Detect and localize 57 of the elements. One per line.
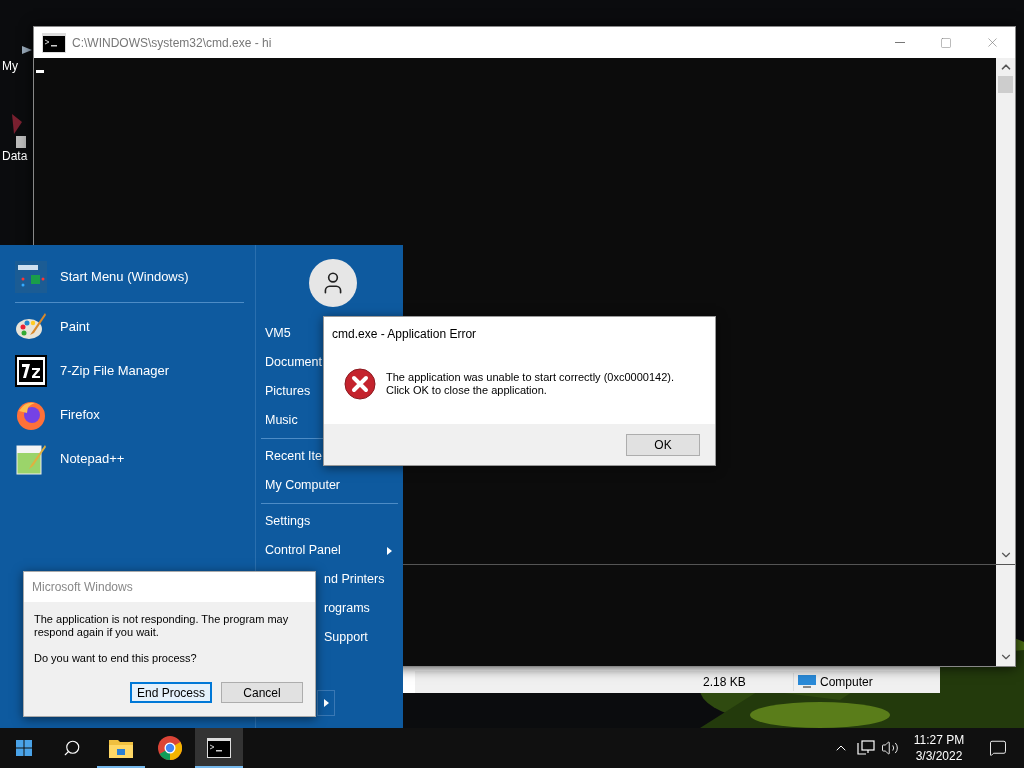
network-icon[interactable] xyxy=(857,740,875,756)
place-item[interactable]: VM5 xyxy=(265,324,291,343)
dialog-message: The application is not responding. The program may respond again if you wait. xyxy=(34,613,290,639)
place-item[interactable]: Settings xyxy=(265,512,311,531)
place-item[interactable]: Control Panel xyxy=(265,541,387,560)
desktop-icon-label[interactable]: My xyxy=(2,60,18,72)
program-item[interactable]: Firefox xyxy=(15,393,244,437)
console-icon xyxy=(207,738,231,758)
place-item[interactable]: Document xyxy=(265,353,322,372)
place-item[interactable]: My Computer xyxy=(265,476,341,495)
user-avatar[interactable] xyxy=(309,259,357,307)
console-icon xyxy=(42,32,66,53)
search-icon xyxy=(63,739,81,757)
dialog-title: cmd.exe - Application Error xyxy=(332,326,478,343)
error-message: Click OK to close the application. xyxy=(386,384,548,397)
windows-logo-icon xyxy=(16,740,32,756)
notepad-icon xyxy=(15,443,47,475)
shutdown-arrow-button[interactable] xyxy=(317,690,335,716)
notification-icon xyxy=(989,739,1007,757)
scrollbar[interactable] xyxy=(996,565,1015,666)
program-item[interactable]: 7-Zip File Manager xyxy=(15,349,244,393)
archive-icon xyxy=(15,355,47,387)
scroll-thumb[interactable] xyxy=(998,76,1013,93)
place-item[interactable]: Support xyxy=(324,628,368,647)
dialog-button[interactable]: End Process xyxy=(130,682,212,703)
minimize-icon xyxy=(895,42,905,43)
computer-icon xyxy=(798,675,816,689)
start-menu-icon xyxy=(15,261,47,293)
scrollbar[interactable] xyxy=(996,58,1015,564)
dialog-button[interactable]: Cancel xyxy=(221,682,303,703)
text-cursor xyxy=(36,70,44,73)
taskbar-app-button[interactable] xyxy=(195,728,243,768)
location-label: Computer xyxy=(820,674,873,691)
place-item[interactable]: Pictures xyxy=(265,382,311,401)
submenu-arrow-icon xyxy=(387,546,392,555)
dialog-title: Microsoft Windows xyxy=(32,579,133,596)
desktop-icon-label[interactable]: Data xyxy=(2,150,28,162)
program-item[interactable]: Notepad++ xyxy=(15,437,244,481)
error-message: The application was unable to start correctly (0xc0000142). xyxy=(386,371,674,384)
clock[interactable]: 11:27 PM 3/3/2022 xyxy=(903,732,975,764)
place-item[interactable]: rograms xyxy=(324,599,370,618)
folder-icon xyxy=(109,738,133,758)
ok-button[interactable]: OK xyxy=(626,433,700,456)
menu-header-label[interactable]: Start Menu (Windows) xyxy=(60,267,189,287)
volume-icon[interactable] xyxy=(881,739,899,757)
place-item[interactable]: Recent Ite xyxy=(265,447,322,466)
place-item[interactable]: Music xyxy=(265,411,298,430)
arrow-icon xyxy=(323,699,329,707)
maximize-icon xyxy=(940,36,952,49)
browser-icon xyxy=(158,736,182,760)
fox-globe-icon xyxy=(15,399,47,431)
window-title: C:\WINDOWS\system32\cmd.exe - hi xyxy=(72,34,273,52)
program-item[interactable]: Paint xyxy=(15,305,244,349)
file-size: 2.18 KB xyxy=(703,674,747,691)
dialog-question: Do you want to end this process? xyxy=(34,652,198,665)
place-item[interactable]: nd Printers xyxy=(324,570,385,589)
error-icon xyxy=(344,368,376,400)
